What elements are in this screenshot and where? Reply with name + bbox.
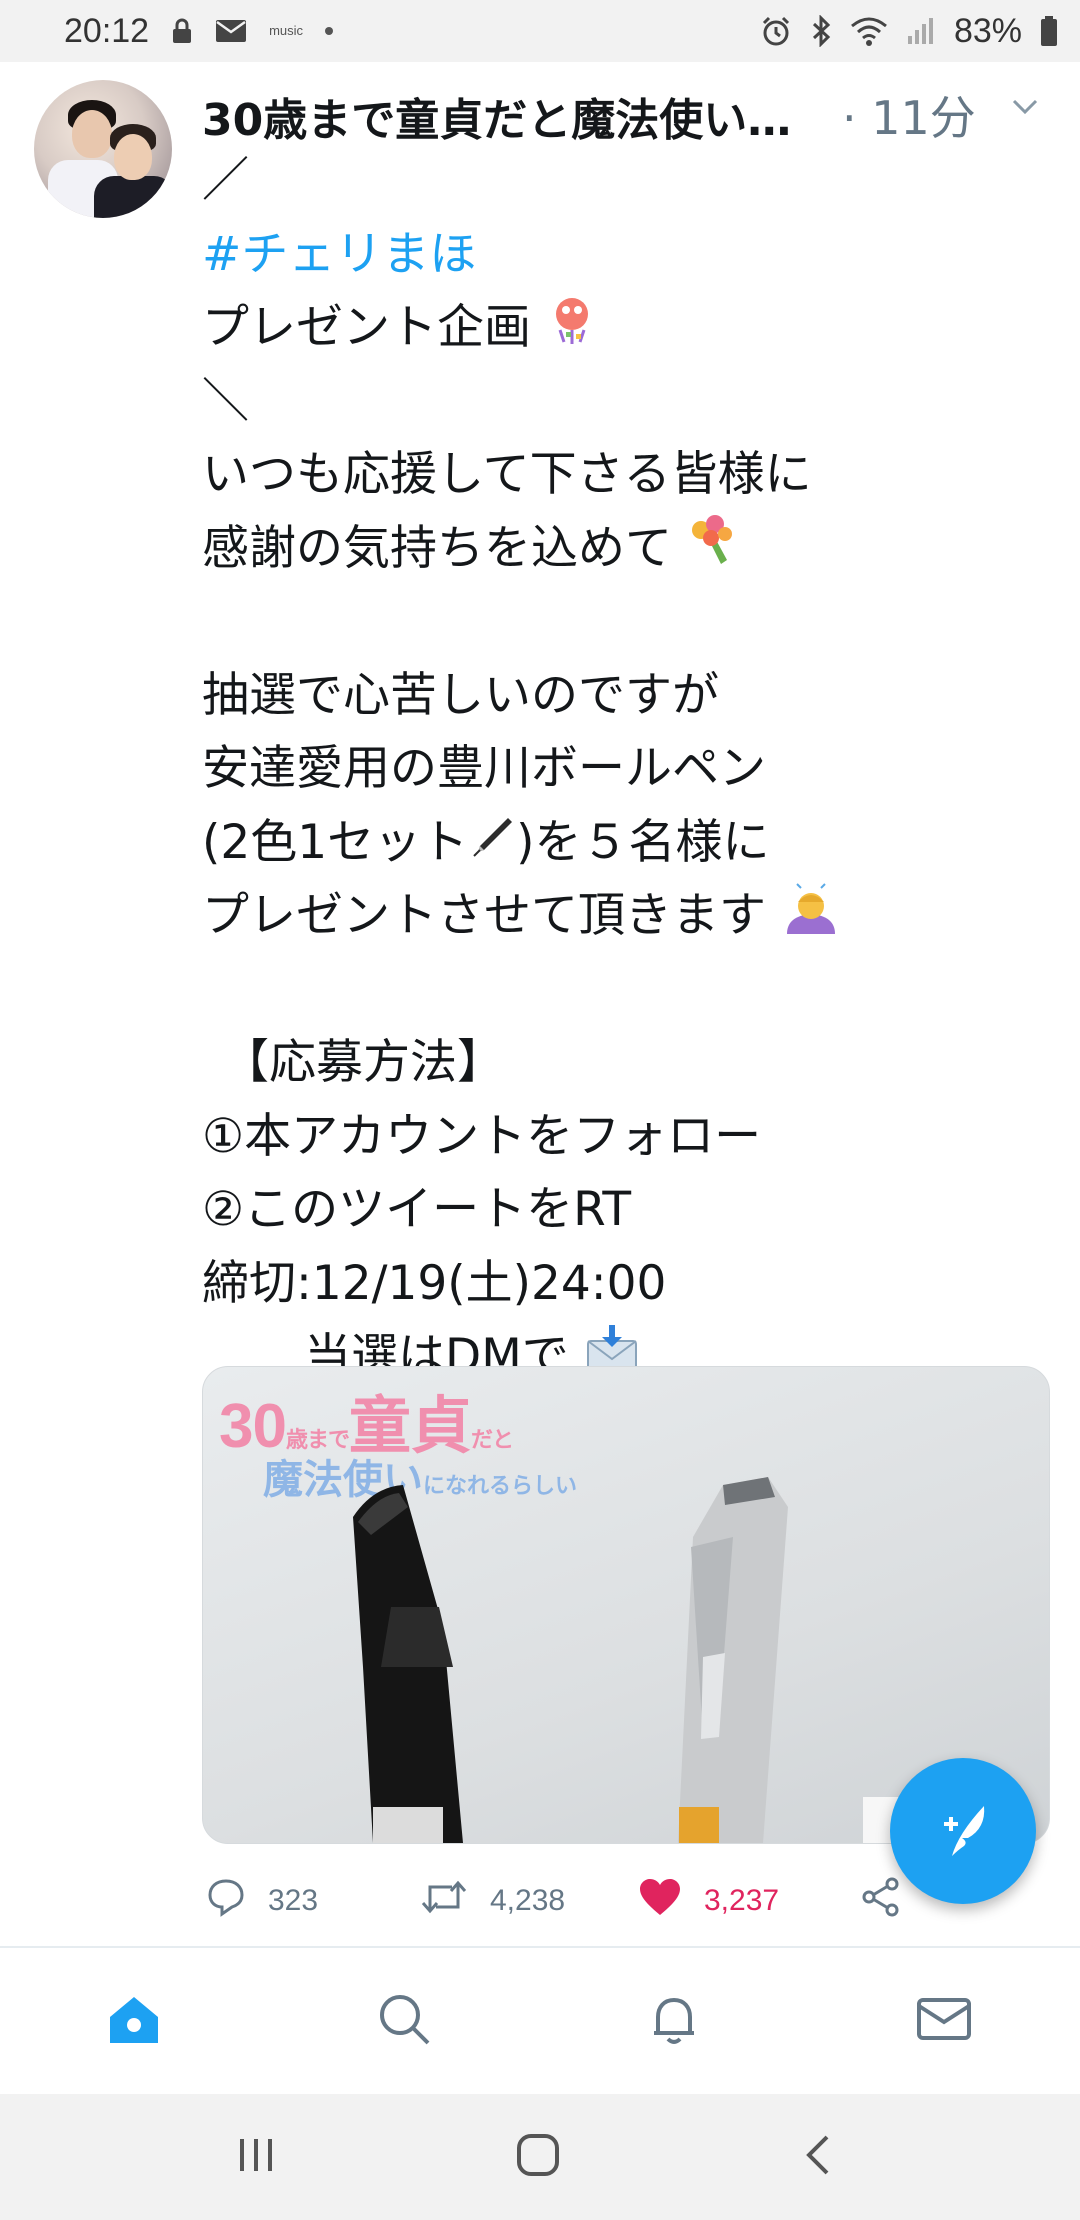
signal-icon (906, 16, 936, 46)
tweet-timestamp: · 11分 (842, 91, 976, 145)
system-home-icon (515, 2132, 561, 2182)
like-button[interactable]: 3,237 (638, 1866, 779, 1936)
back-icon (803, 2133, 833, 2181)
tweet-line: プレゼント企画 (202, 300, 531, 355)
tweet-line: 抽選で心苦しいのですが (202, 667, 719, 723)
tweet-line: ②このツイートをRT (202, 1182, 632, 1237)
tweet-line: ①本アカウントをフォロー (202, 1108, 762, 1164)
battery-percent: 83% (953, 11, 1022, 50)
bottom-tab-bar (0, 1948, 1080, 2094)
reply-button[interactable]: 323 (206, 1866, 318, 1936)
compose-tweet-icon (928, 1794, 998, 1868)
like-count: 3,237 (704, 1884, 780, 1917)
bell-icon (646, 1991, 702, 2051)
alarm-icon (760, 15, 792, 47)
tweet-line: 感謝の気持ちを込めて (202, 520, 672, 576)
chevron-down-icon[interactable] (1010, 92, 1040, 122)
heart-icon (638, 1877, 682, 1925)
home-icon (104, 1991, 164, 2051)
mail-icon (915, 1994, 973, 2048)
system-home-button[interactable] (478, 2094, 598, 2220)
back-button[interactable] (758, 2094, 878, 2220)
fountain-pen-emoji-icon (468, 808, 516, 882)
tab-notifications[interactable] (614, 1948, 734, 2094)
recent-apps-icon (234, 2135, 278, 2179)
retweet-icon (420, 1877, 468, 1925)
tab-messages[interactable] (884, 1948, 1004, 2094)
system-navigation-bar (0, 2094, 1080, 2220)
tweet-line: 安達愛用の豊川ボールペン (202, 741, 766, 796)
hashtag-link[interactable]: #チェリまほ (202, 227, 476, 282)
status-bar: 20:12 music 83% (0, 0, 1080, 62)
bouquet-emoji-icon (687, 514, 739, 588)
bluetooth-icon (810, 15, 832, 47)
mail-notification-icon (215, 19, 247, 43)
tweet-line: ／ (202, 153, 249, 208)
share-icon (860, 1876, 902, 1926)
lock-icon (171, 17, 193, 45)
retweet-button[interactable]: 4,238 (420, 1866, 565, 1936)
author-name[interactable]: 30歳まで童貞だと魔法使いになれるらしい (202, 84, 832, 148)
share-button[interactable] (860, 1866, 902, 1936)
tweet-line: いつも応援して下さる皆様に (202, 447, 812, 502)
tab-search[interactable] (344, 1948, 464, 2094)
tweet-line: 締切:12/19(土)24:00 (202, 1255, 667, 1311)
tab-home[interactable] (74, 1948, 194, 2094)
bowing-person-emoji-icon (781, 882, 841, 956)
battery-icon (1040, 15, 1058, 47)
status-time: 20:12 (64, 11, 150, 50)
compose-tweet-button[interactable] (890, 1758, 1036, 1904)
reply-icon (206, 1877, 246, 1925)
tweet-line: 【応募方法】 (222, 1035, 504, 1090)
tweet-text: ／ #チェリまほ プレゼント企画 ＼ いつも応援して下さる皆様に 感謝の気持ちを… (202, 144, 1042, 1394)
retweet-count: 4,238 (490, 1884, 566, 1917)
recent-apps-button[interactable] (196, 2094, 316, 2220)
tweet-line: (2色1セット (202, 814, 469, 870)
amazon-music-icon: music (269, 23, 304, 38)
author-avatar[interactable] (34, 80, 172, 218)
wifi-icon (850, 16, 888, 46)
tweet-line: )を５名様に (516, 814, 770, 870)
tweet-line: プレゼントさせて頂きます (202, 888, 766, 943)
party-popper-emoji-icon (546, 294, 598, 368)
reply-count: 323 (268, 1884, 319, 1917)
more-notifications-dot (325, 27, 334, 35)
tweet-line: ＼ (202, 373, 249, 429)
search-icon (376, 1991, 432, 2051)
